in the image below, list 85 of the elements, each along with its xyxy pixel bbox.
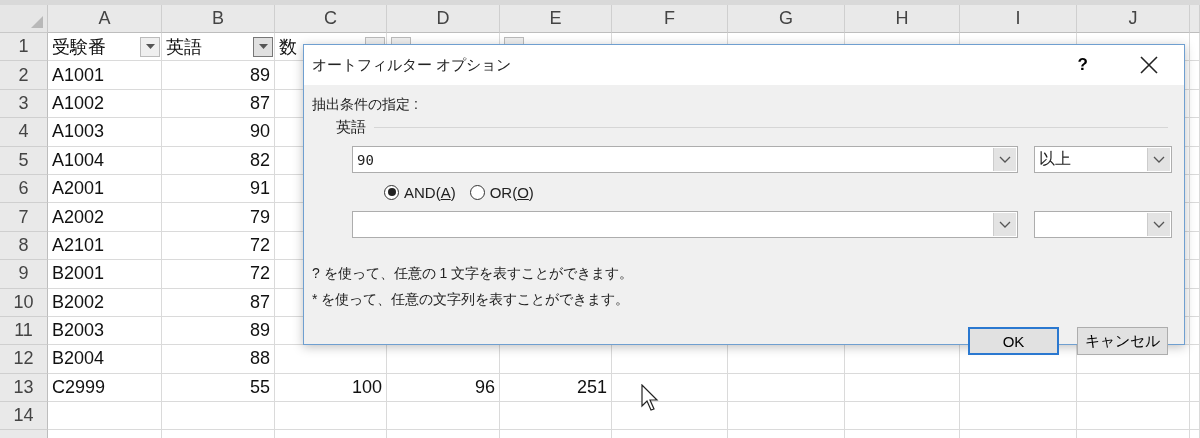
table-cell: 251 [500,373,612,403]
header-cell[interactable]: 受験番 [48,33,162,62]
row-header[interactable]: 3 [0,89,48,119]
row-header[interactable]: 5 [0,146,48,175]
operator-combobox[interactable]: 以上 [1034,146,1172,173]
table-cell: 91 [162,174,275,204]
table-cell: 82 [162,146,275,175]
row-header[interactable]: 13 [0,373,48,403]
column-header[interactable]: B [162,5,275,33]
table-cell: 79 [162,203,275,232]
table-cell: C2999 [48,373,162,403]
table-cell: A1002 [48,89,162,119]
table-cell: 72 [162,260,275,289]
table-cell: B2003 [48,316,162,346]
table-cell: 100 [275,373,387,403]
dropdown-icon[interactable] [993,148,1016,171]
table-cell: A2101 [48,231,162,261]
criteria-label: 抽出条件の指定 : [312,96,419,114]
header-text: 数 [279,35,297,59]
row-header[interactable]: 2 [0,61,48,90]
dialog-button[interactable]: キャンセル [1077,327,1168,355]
select-all-icon[interactable] [31,16,43,28]
row-header[interactable]: 10 [0,288,48,317]
table-cell: 72 [162,231,275,261]
default-button[interactable]: OK [968,327,1059,355]
value-combobox[interactable] [352,211,1018,238]
row-header[interactable]: 11 [0,316,48,346]
value-combobox[interactable]: 90 [352,146,1018,173]
field-label: 英語 [336,117,366,137]
hint-text: * を使って、任意の文字列を表すことができます。 [312,290,631,309]
row-header[interactable]: 9 [0,260,48,289]
table-cell: B2004 [48,345,162,374]
header-text: 英語 [166,35,202,59]
header-text: 受験番 [52,35,106,59]
caret-icon[interactable] [258,43,268,50]
hint-text: ? を使って、任意の 1 文字を表すことができます。 [312,264,635,283]
caret-icon[interactable] [145,43,155,50]
operator-combobox[interactable] [1034,211,1172,238]
table-cell: B2001 [48,260,162,289]
table-cell: A2002 [48,203,162,232]
table-cell: A1004 [48,146,162,175]
dialog-title: オートフィルター オプション [312,55,513,75]
table-cell: 88 [162,345,275,374]
table-cell [1190,345,1200,374]
column-header[interactable]: E [500,5,612,33]
table-cell: 87 [162,288,275,317]
column-header[interactable]: J [1077,5,1190,33]
column-header[interactable]: C [275,5,387,33]
table-cell: B2002 [48,288,162,317]
column-header[interactable]: H [845,5,960,33]
row-header[interactable]: 1 [0,33,48,62]
row-header[interactable]: 7 [0,203,48,232]
dropdown-icon[interactable] [993,213,1016,236]
radio-option[interactable]: AND(A) [384,183,456,201]
row-header[interactable]: 8 [0,231,48,261]
row-header[interactable]: 4 [0,118,48,147]
filter-button[interactable] [253,36,273,57]
table-cell: 87 [162,89,275,119]
table-cell: 55 [162,373,275,403]
column-header[interactable]: D [387,5,500,33]
close-icon[interactable] [1140,56,1158,74]
table-cell [1190,373,1200,403]
table-cell: A2001 [48,174,162,204]
help-button[interactable]: ? [1077,55,1088,75]
table-cell: 90 [162,118,275,147]
dropdown-icon[interactable] [1147,213,1170,236]
header-cell[interactable]: 英語 [162,33,275,62]
dropdown-icon[interactable] [1147,148,1170,171]
row-header[interactable]: 12 [0,345,48,374]
row-header[interactable]: 6 [0,174,48,204]
mouse-pointer-icon [641,384,659,412]
filter-button[interactable] [140,36,160,57]
column-header[interactable]: A [48,5,162,33]
row-header[interactable]: 14 [0,402,48,431]
table-cell: 89 [162,61,275,90]
radio-option[interactable]: OR(O) [469,183,534,201]
column-header[interactable]: G [728,5,845,33]
table-cell: 89 [162,316,275,346]
table-cell: A1003 [48,118,162,147]
table-cell: A1001 [48,61,162,90]
column-header[interactable] [1190,5,1200,33]
column-header[interactable]: F [612,5,728,33]
table-cell: 96 [387,373,500,403]
table-cell [1190,402,1200,431]
column-header[interactable]: I [960,5,1077,33]
